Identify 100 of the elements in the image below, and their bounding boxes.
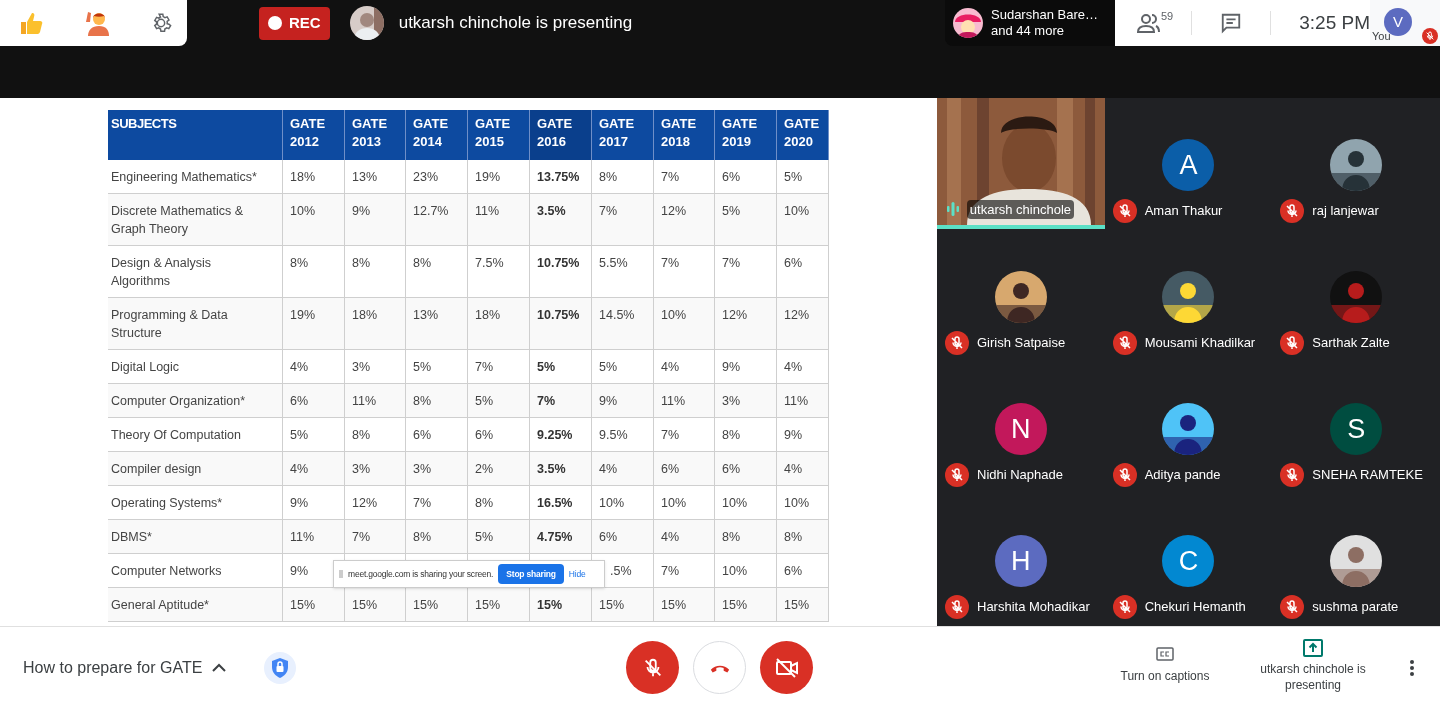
table-cell: 5%: [784, 169, 803, 184]
share-message: meet.google.com is sharing your screen.: [348, 567, 494, 581]
table-cell: 9.5%: [599, 427, 628, 442]
participant-avatar: H: [994, 535, 1047, 587]
table-cell: 7%: [599, 203, 618, 218]
table-cell: 15%: [413, 597, 439, 612]
table-cell: 8%: [722, 427, 741, 442]
presenting-button[interactable]: utkarsh chinchole is presenting: [1255, 639, 1371, 693]
participant-name: Harshita Mohadikar: [977, 598, 1090, 617]
table-cell: 12%: [722, 307, 748, 322]
table-cell: 6%: [413, 427, 432, 442]
table-cell: 9%: [352, 203, 371, 218]
table-cell: 10%: [661, 495, 687, 510]
table-cell: 9%: [722, 359, 741, 374]
table-cell: 5.5%: [599, 255, 628, 270]
table-cell: 7%: [413, 495, 432, 510]
people-button[interactable]: 59: [1137, 12, 1174, 34]
table-cell: 10%: [599, 495, 625, 510]
table-cell: 7%: [475, 359, 494, 374]
table-cell: 5%: [599, 359, 618, 374]
table-cell: 4%: [661, 359, 680, 374]
participant-name: Nidhi Naphade: [977, 466, 1063, 485]
table-cell: Operating Systems*: [111, 495, 223, 510]
table-cell: 8%: [475, 495, 494, 510]
meeting-details-button[interactable]: How to prepare for GATE: [23, 655, 227, 680]
thumbs-up-icon[interactable]: [18, 10, 44, 36]
table-cell: 10%: [661, 307, 687, 322]
table-cell: 3%: [413, 461, 432, 476]
table-cell: 12%: [661, 203, 687, 218]
attendee-chip[interactable]: Sudarshan Bare… and 44 more: [945, 0, 1115, 46]
table-cell: 4%: [290, 461, 309, 476]
table-cell: 9%: [599, 393, 618, 408]
table-cell: 7%: [537, 393, 556, 408]
participant-name: Aditya pande: [1144, 466, 1221, 485]
captions-icon: [1156, 647, 1174, 661]
table-cell: 14.5%: [599, 307, 635, 322]
participant-name: Mousami Khadilkar: [1144, 334, 1256, 353]
table-cell: 9%: [784, 427, 803, 442]
table-cell: 5%: [475, 393, 494, 408]
table-cell: Theory Of Computation: [111, 427, 241, 442]
presenter-label: utkarsh chinchole is presenting: [398, 12, 633, 35]
participant-name: Girish Satpaise: [977, 334, 1066, 353]
table-cell: Digital Logic: [111, 359, 180, 374]
table-cell: 8%: [413, 529, 432, 544]
stop-sharing-button[interactable]: Stop sharing: [498, 564, 564, 584]
table-cell: 3%: [352, 461, 371, 476]
table-cell: 13.75%: [537, 169, 580, 184]
participant-name: sushma parate: [1312, 598, 1399, 617]
table-cell: 13%: [413, 307, 439, 322]
table-cell: 15%: [352, 597, 378, 612]
table-cell: 7%: [661, 255, 680, 270]
table-cell: 10.75%: [537, 307, 580, 322]
participant-avatar: C: [1162, 535, 1215, 587]
more-options-icon[interactable]: [1410, 660, 1414, 676]
table-cell: 7%: [722, 255, 741, 270]
grip-icon[interactable]: [339, 570, 343, 578]
table-cell: 6%: [784, 255, 803, 270]
table-cell: 11%: [290, 529, 315, 544]
captions-button[interactable]: Turn on captions: [1110, 647, 1220, 685]
table-cell: 19%: [290, 307, 316, 322]
table-cell: .5%: [610, 563, 632, 578]
table-cell: 10%: [290, 203, 316, 218]
participant-name: raj lanjewar: [1312, 202, 1379, 221]
table-cell: 4%: [661, 529, 680, 544]
table-cell: Compiler design: [111, 461, 202, 476]
table-cell: 15%: [290, 597, 316, 612]
table-cell: 5%: [290, 427, 309, 442]
microphone-button[interactable]: [626, 641, 679, 694]
table-cell: 7%: [352, 529, 371, 544]
table-cell: 8%: [413, 255, 432, 270]
table-cell: 9%: [290, 495, 309, 510]
chat-icon[interactable]: [1220, 12, 1243, 34]
table-cell: 10%: [722, 563, 748, 578]
table-cell: 5%: [722, 203, 741, 218]
table-cell: 7.5%: [475, 255, 504, 270]
hide-link[interactable]: Hide: [568, 567, 586, 581]
participant-avatar: S: [1330, 403, 1383, 455]
table-cell: 11%: [352, 393, 377, 408]
table-cell: 19%: [475, 169, 501, 184]
table-cell: General Aptitude*: [111, 597, 209, 612]
table-cell: 4%: [290, 359, 309, 374]
table-cell: 7%: [661, 563, 680, 578]
table-cell: 4%: [599, 461, 618, 476]
table-cell: 12%: [352, 495, 378, 510]
participant-name: Sarthak Zalte: [1312, 334, 1390, 353]
camera-button[interactable]: [760, 641, 813, 694]
table-cell: 8%: [599, 169, 618, 184]
table-cell: Design & Analysis Algorithms: [111, 255, 212, 288]
table-cell: 5%: [537, 359, 556, 374]
table-cell: 11%: [475, 203, 500, 218]
participant-name: utkarsh chinchole: [966, 199, 1074, 219]
table-cell: 10.75%: [537, 255, 580, 270]
present-screen-icon: [1303, 639, 1323, 657]
table-cell: Computer Networks: [111, 563, 222, 578]
table-cell: 12%: [784, 307, 810, 322]
table-cell: 15%: [599, 597, 625, 612]
shield-lock-icon[interactable]: [264, 651, 297, 684]
table-cell: 15%: [475, 597, 501, 612]
table-cell: Discrete Mathematics & Graph Theory: [111, 203, 243, 236]
table-cell: 8%: [784, 529, 803, 544]
